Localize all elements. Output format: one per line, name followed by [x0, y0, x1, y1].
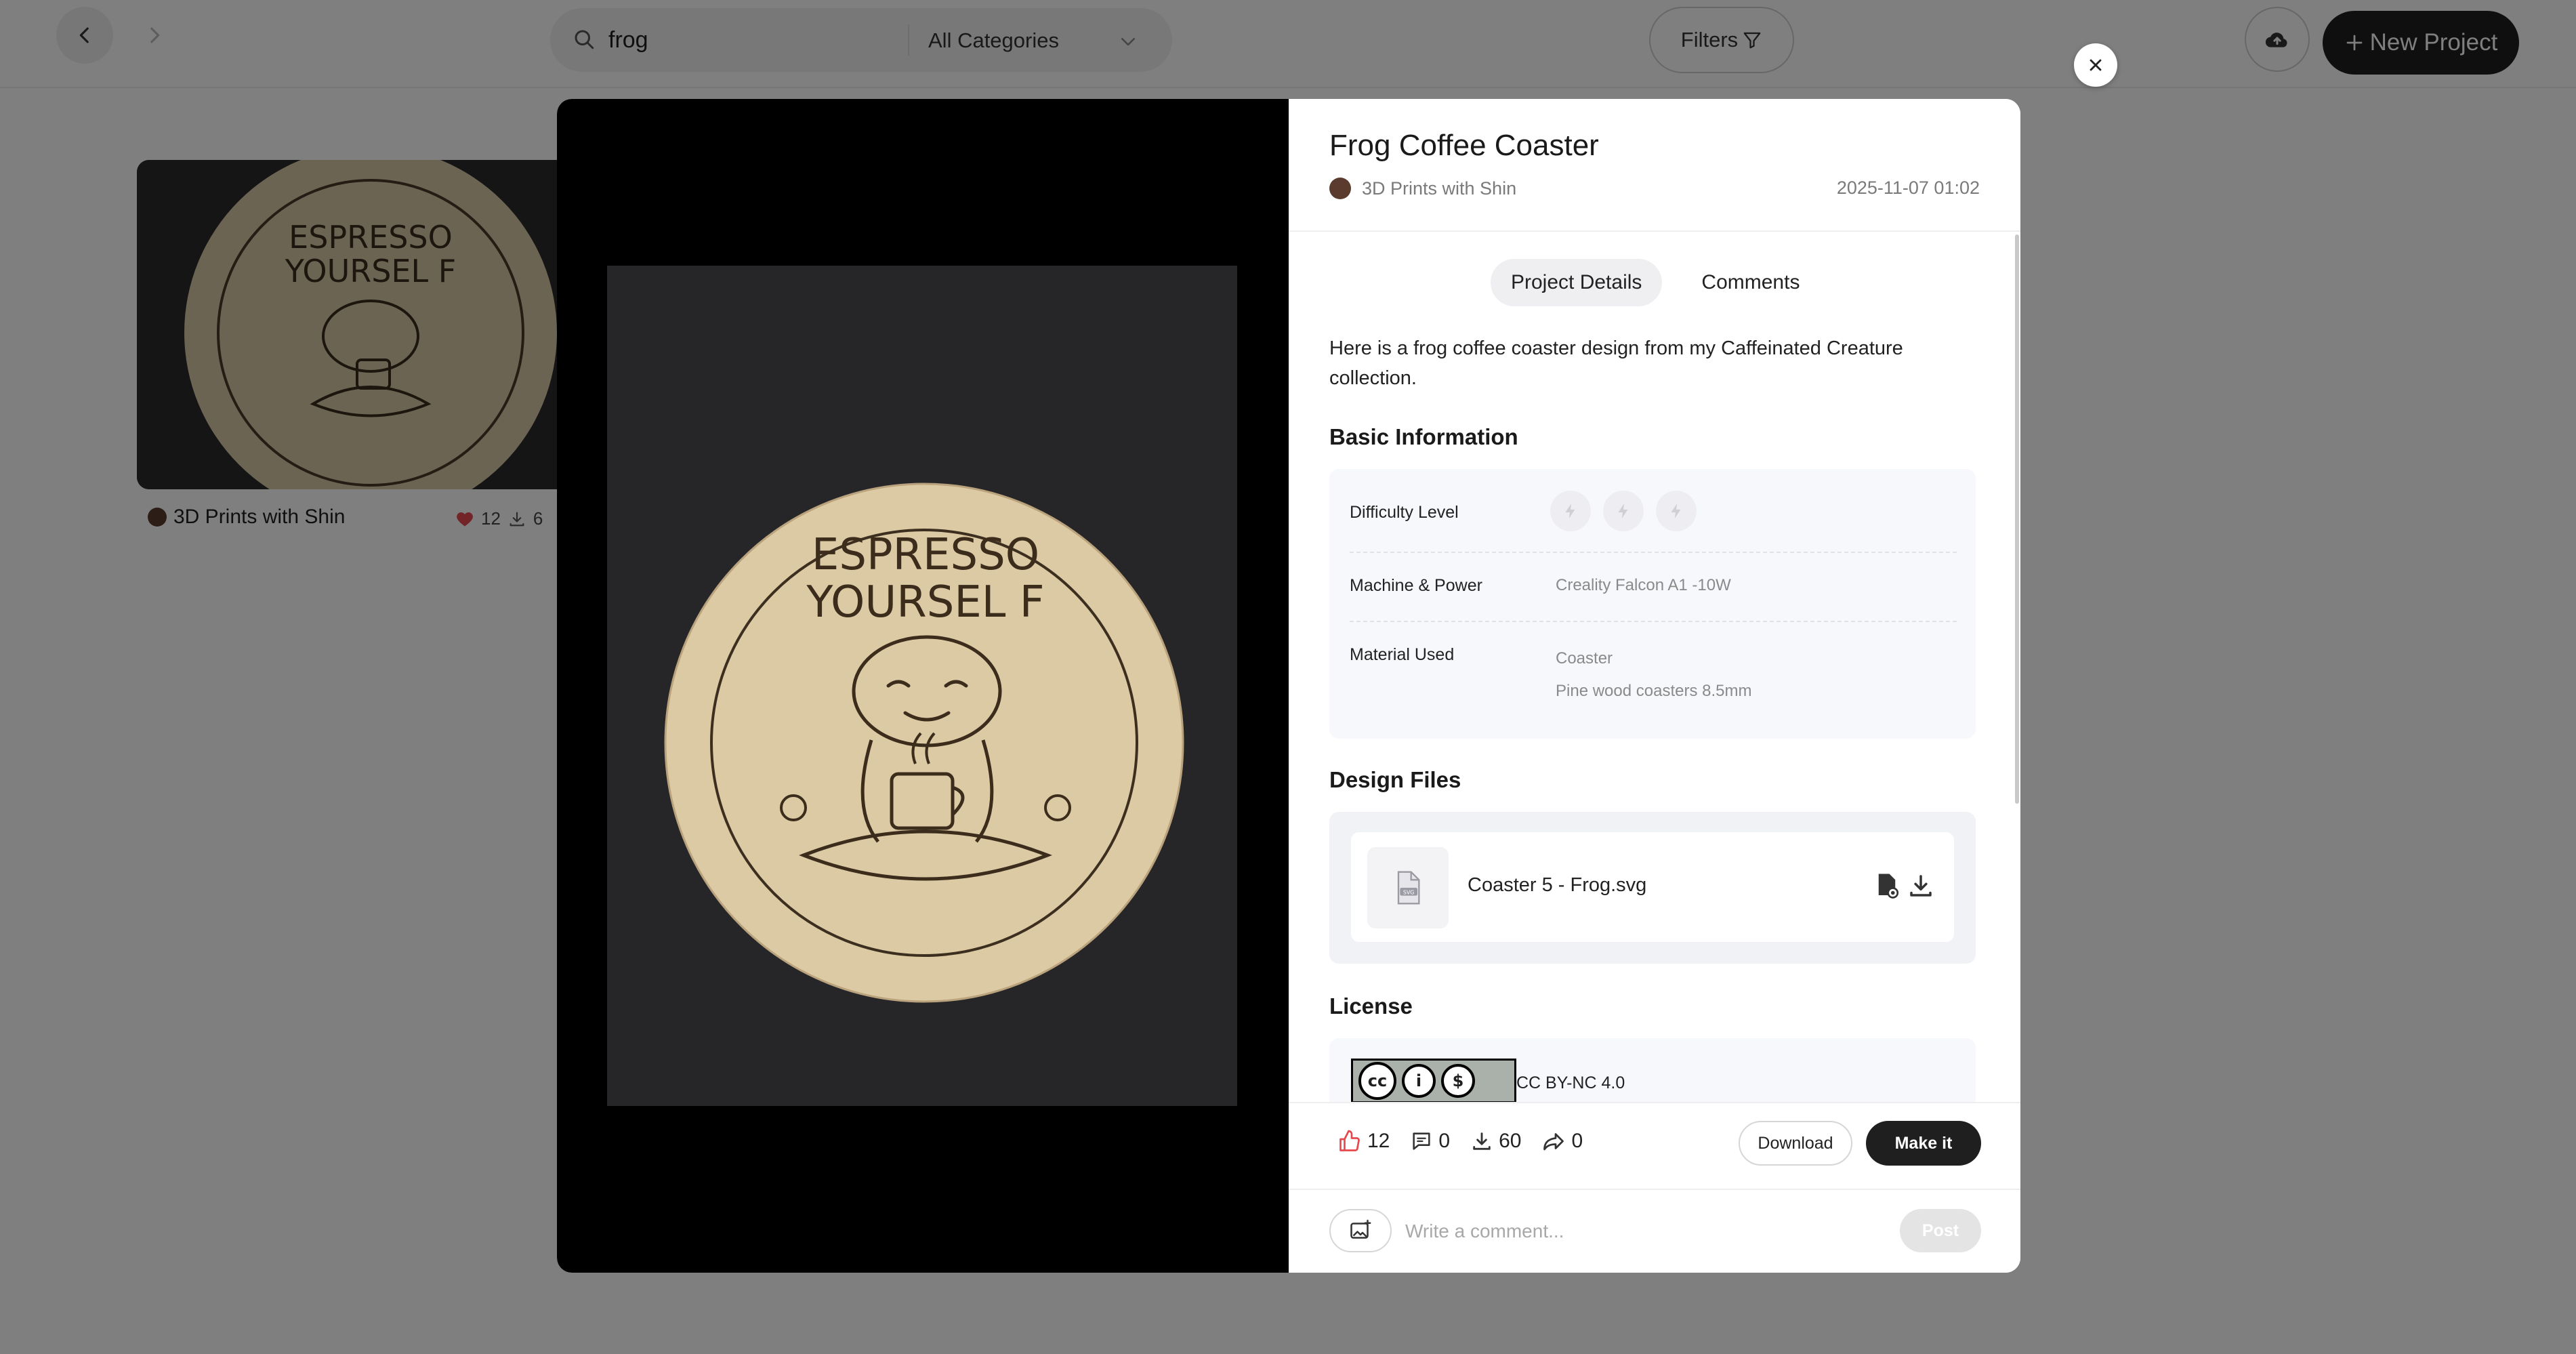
basic-info-box: Difficulty Level Machine & Power Crealit…	[1329, 469, 1976, 739]
author-row[interactable]: 3D Prints with Shin	[1329, 178, 1516, 199]
share-icon	[1543, 1133, 1564, 1151]
file-type-label: SVG	[1403, 889, 1415, 895]
thumbs-up-icon	[1339, 1130, 1360, 1151]
photo-text-line1: ESPRESSO	[812, 530, 1039, 580]
info-divider	[1350, 621, 1957, 622]
file-name: Coaster 5 - Frog.svg	[1468, 874, 1647, 896]
noncommercial-icon: $	[1441, 1064, 1475, 1098]
like-count: 12	[1367, 1130, 1390, 1152]
attach-image-button[interactable]	[1329, 1209, 1392, 1252]
machine-label: Machine & Power	[1350, 576, 1482, 595]
license-title: License	[1329, 993, 1413, 1019]
stats-row: 12 0 60 0	[1337, 1129, 1583, 1153]
info-divider	[1350, 552, 1957, 553]
lightning-icon	[1550, 491, 1591, 531]
material-label: Material Used	[1350, 645, 1455, 664]
preview-file-icon[interactable]	[1873, 871, 1901, 900]
tab-project-details[interactable]: Project Details	[1491, 259, 1663, 306]
attribution-icon: i	[1402, 1064, 1436, 1098]
tab-comments[interactable]: Comments	[1681, 259, 1820, 306]
detail-footer: 12 0 60 0 Download Make it Write a comme…	[1289, 1102, 2020, 1273]
download-file-icon[interactable]	[1907, 871, 1935, 900]
coaster-photo-image: ESPRESSO YOURSEL F	[607, 266, 1237, 1106]
design-files-box: SVG Coaster 5 - Frog.svg	[1329, 812, 1976, 964]
material-value-2: Pine wood coasters 8.5mm	[1556, 682, 1752, 700]
detail-panel: Frog Coffee Coaster 3D Prints with Shin …	[1289, 99, 2020, 1273]
license-box: cc i $ CC BY-NC 4.0	[1329, 1038, 1976, 1109]
detail-tabs: Project Details Comments	[1491, 259, 1820, 306]
close-modal-button[interactable]	[2074, 43, 2117, 87]
license-text: CC BY-NC 4.0	[1516, 1073, 1625, 1092]
design-files-title: Design Files	[1329, 767, 1461, 792]
comment-icon	[1413, 1132, 1430, 1150]
project-description: Here is a frog coffee coaster design fro…	[1329, 337, 1903, 389]
cc-icon: cc	[1358, 1062, 1396, 1100]
download-button[interactable]: Download	[1739, 1121, 1852, 1166]
close-icon	[2090, 59, 2102, 71]
comment-input[interactable]	[1405, 1214, 1879, 1248]
project-detail-modal: ESPRESSO YOURSEL F Frog Coffee Coaster 3…	[557, 99, 2020, 1273]
scrollbar-thumb[interactable]	[2015, 234, 2019, 804]
photo-text-line2: YOURSEL F	[806, 577, 1044, 628]
author-name: 3D Prints with Shin	[1362, 178, 1517, 199]
publish-date: 2025-11-07 01:02	[1836, 178, 1980, 198]
download-icon	[1473, 1132, 1491, 1150]
image-add-icon	[1350, 1219, 1371, 1239]
basic-info-title: Basic Information	[1329, 424, 1518, 449]
comment-divider	[1289, 1189, 2020, 1190]
share-count: 0	[1571, 1130, 1583, 1152]
lightning-icon	[1603, 491, 1644, 531]
cc-license-badge[interactable]: cc i $	[1351, 1059, 1516, 1103]
like-stat[interactable]: 12	[1337, 1129, 1390, 1153]
download-stat[interactable]: 60	[1470, 1130, 1521, 1153]
comment-stat[interactable]: 0	[1410, 1130, 1450, 1153]
machine-value: Creality Falcon A1 -10W	[1556, 576, 1731, 594]
download-count: 60	[1499, 1130, 1522, 1152]
file-item[interactable]: SVG Coaster 5 - Frog.svg	[1351, 832, 1954, 942]
header-divider	[1289, 230, 2020, 232]
avatar	[1329, 178, 1351, 199]
project-title: Frog Coffee Coaster	[1329, 129, 1599, 162]
difficulty-icons	[1550, 491, 1697, 531]
image-viewer: ESPRESSO YOURSEL F	[557, 99, 1289, 1273]
difficulty-label: Difficulty Level	[1350, 503, 1459, 522]
post-button[interactable]: Post	[1900, 1209, 1981, 1252]
svg-file-icon: SVG	[1367, 847, 1449, 928]
material-value-1: Coaster	[1556, 649, 1613, 668]
lightning-icon	[1656, 491, 1697, 531]
share-stat[interactable]: 0	[1541, 1129, 1583, 1153]
make-it-button[interactable]: Make it	[1866, 1121, 1981, 1166]
project-photo: ESPRESSO YOURSEL F	[607, 266, 1237, 1106]
comment-count: 0	[1438, 1130, 1451, 1152]
